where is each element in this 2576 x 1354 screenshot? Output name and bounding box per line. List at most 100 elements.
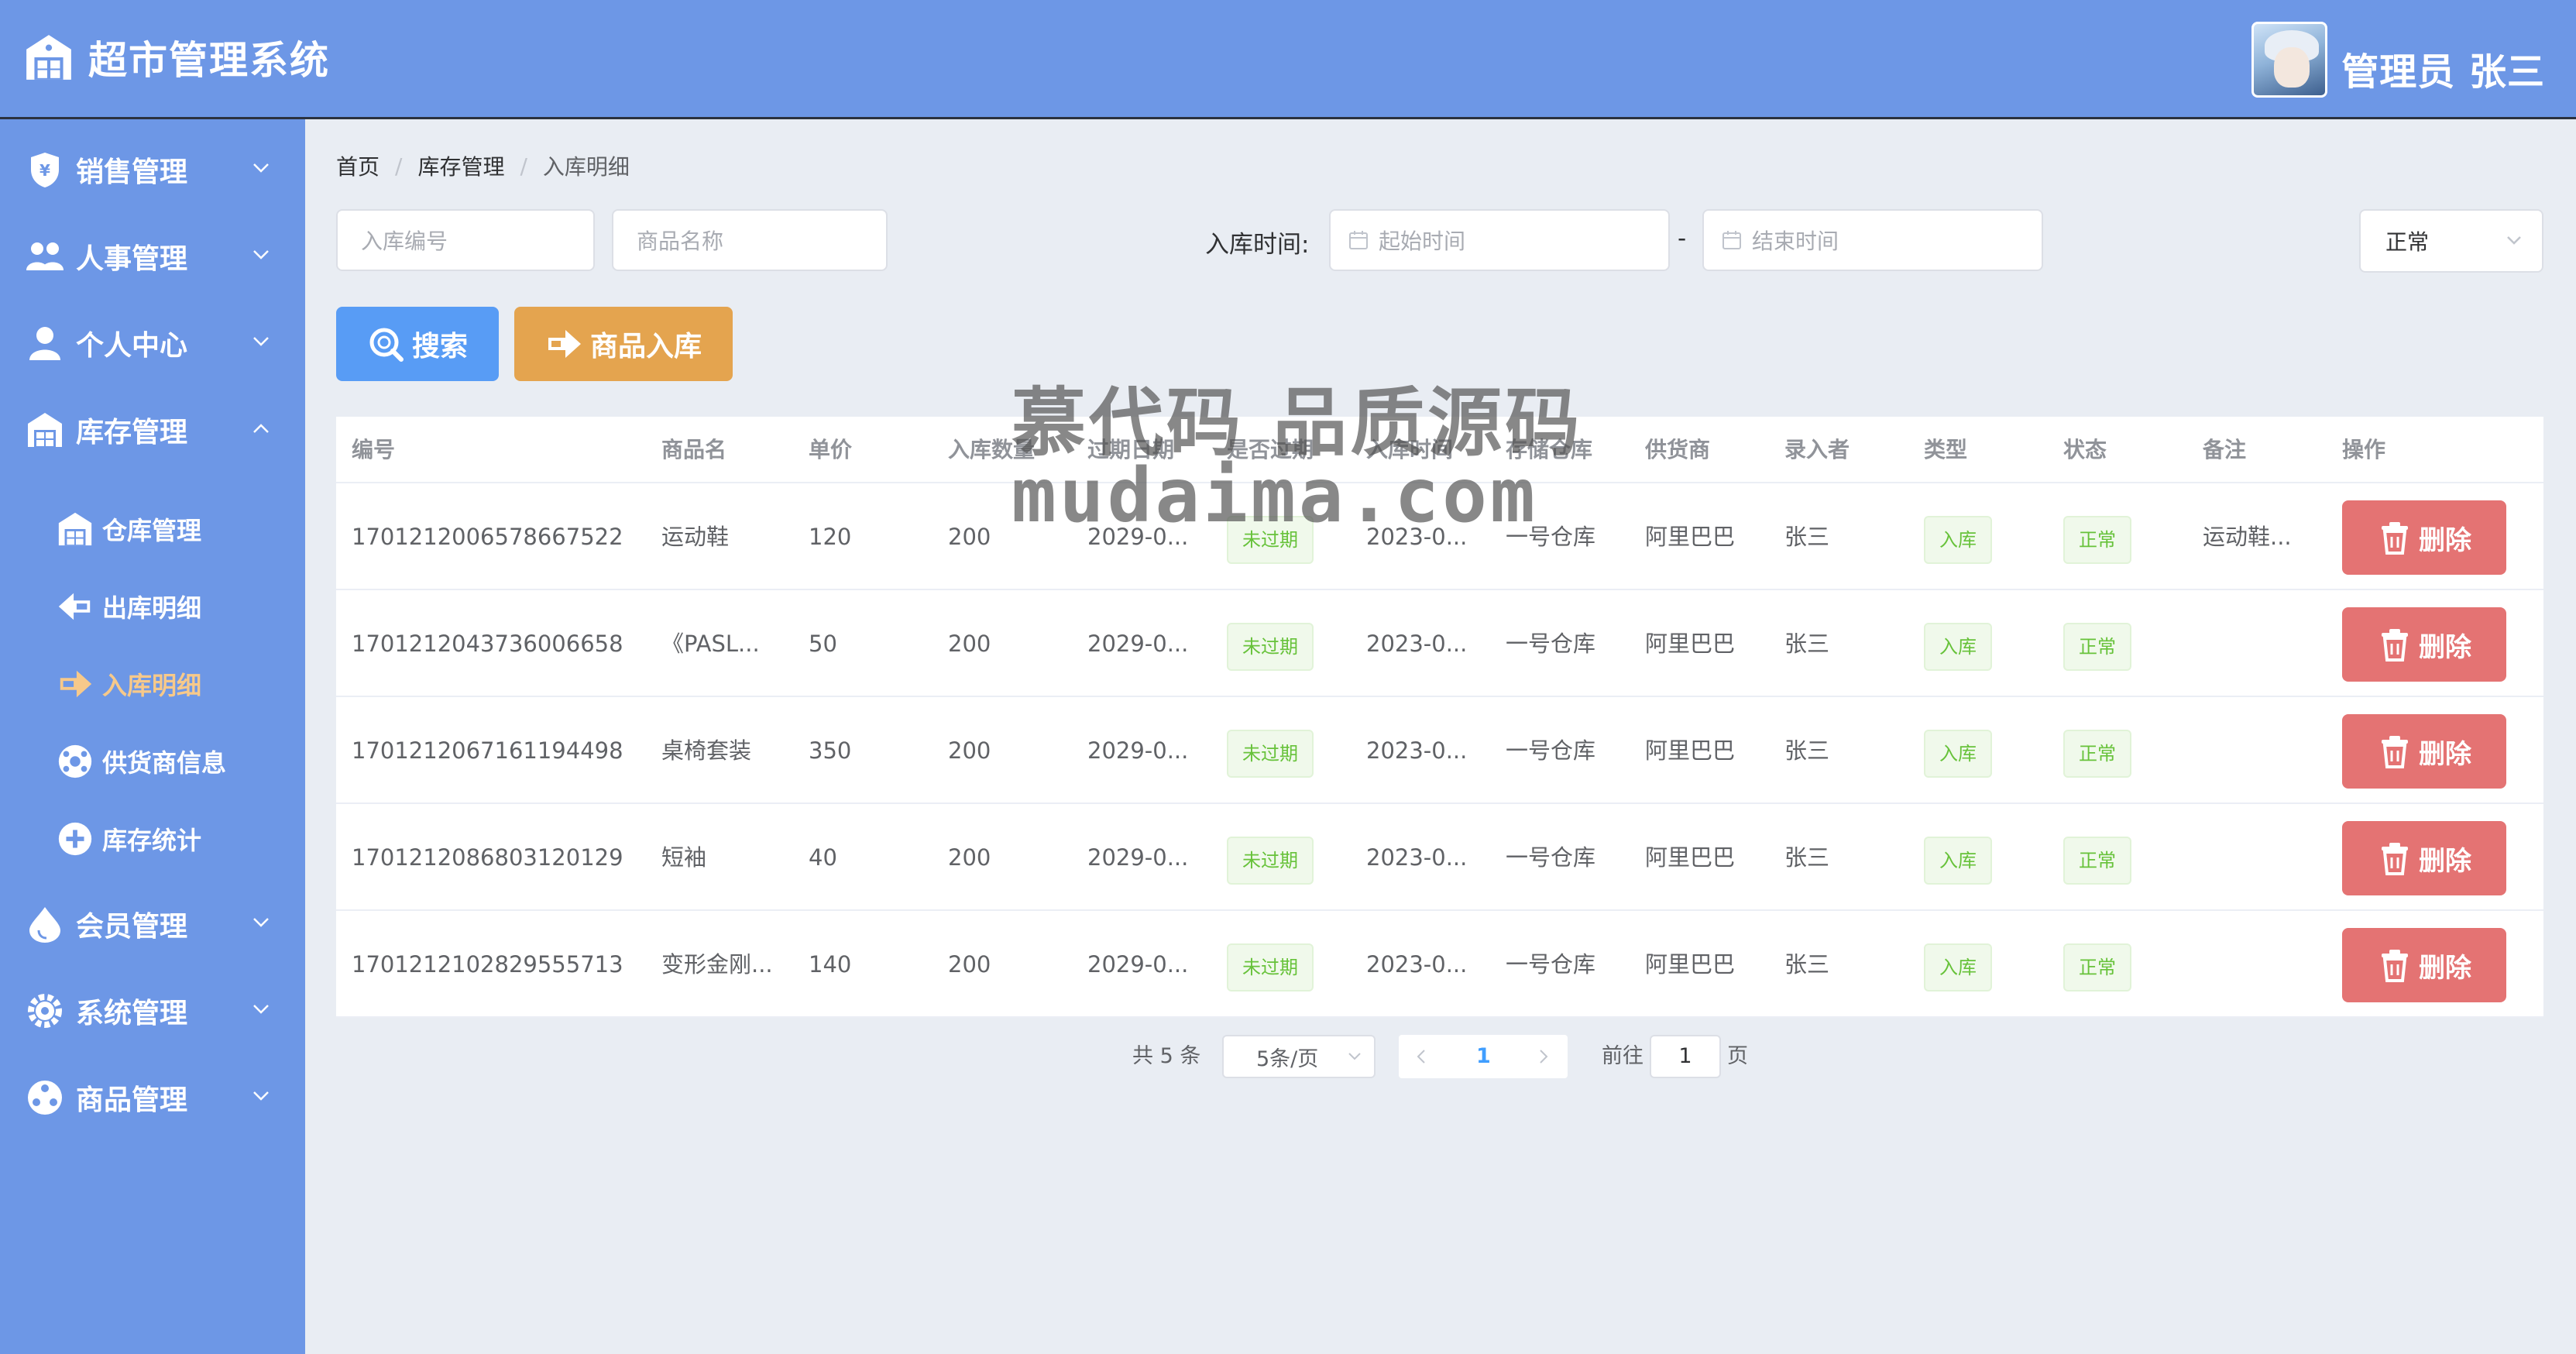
column-header[interactable]: 操作: [2342, 417, 2386, 483]
cell-remark: 运动鞋...: [2203, 524, 2292, 550]
table-row[interactable]: 1701212067161194498 桌椅套装 350 200 2029-0.…: [336, 697, 2543, 804]
brand[interactable]: 超市管理系统: [23, 29, 330, 85]
submenu-supplier[interactable]: 供货商信息: [0, 728, 305, 795]
inbound-code-input[interactable]: 入库编号: [336, 209, 595, 271]
submenu-label: 库存统计: [102, 826, 202, 855]
menu-hr[interactable]: 人事管理: [0, 222, 305, 291]
menu-label: 人事管理: [76, 243, 188, 275]
cell-qty: 200: [948, 737, 991, 764]
cell-price: 40: [809, 844, 837, 871]
cell-warehouse: 一号仓库: [1506, 951, 1596, 978]
cell-remark: [2203, 804, 2334, 911]
warehouse-logo-icon: [26, 35, 71, 80]
breadcrumb-home[interactable]: 首页: [336, 150, 380, 181]
start-time-picker[interactable]: 起始时间: [1329, 209, 1670, 271]
cell-warehouse: 一号仓库: [1506, 844, 1596, 871]
goto-page-input[interactable]: 1: [1650, 1035, 1721, 1078]
chevron-up-icon: [253, 424, 269, 433]
cell-price: 50: [809, 631, 837, 657]
column-header[interactable]: 录入者: [1784, 417, 1850, 483]
table-row[interactable]: 1701212102829555713 变形金刚... 140 200 2029…: [336, 911, 2543, 1018]
submenu-label: 仓库管理: [102, 516, 202, 545]
submenu-inbound[interactable]: 入库明细: [0, 651, 305, 717]
warehouse-icon: [58, 512, 92, 546]
cell-name: 《PASL...: [661, 631, 760, 657]
menu-member[interactable]: 会员管理: [0, 889, 305, 959]
table-row[interactable]: 1701212043736006658 《PASL... 50 200 2029…: [336, 590, 2543, 697]
breadcrumb-separator: /: [395, 153, 403, 179]
type-tag: 入库: [1924, 943, 1992, 991]
arrow-left-icon: [58, 593, 91, 620]
avatar[interactable]: [2251, 22, 2328, 98]
column-header[interactable]: 备注: [2203, 417, 2247, 483]
status-tag: 正常: [2063, 837, 2131, 885]
gear-icon: [28, 994, 62, 1028]
submenu-warehouse[interactable]: 仓库管理: [0, 496, 305, 562]
cell-operator: 张三: [1784, 737, 1830, 764]
submenu-outbound[interactable]: 出库明细: [0, 573, 305, 640]
delete-button[interactable]: 删除: [2342, 821, 2506, 895]
type-tag: 入库: [1924, 837, 1992, 885]
cell-remark: [2203, 697, 2334, 804]
column-header[interactable]: 状态: [2063, 417, 2107, 483]
page-number[interactable]: 1: [1476, 1035, 1491, 1078]
page-size-select[interactable]: 5条/页: [1222, 1035, 1376, 1078]
menu-sales[interactable]: ¥ 销售管理: [0, 135, 305, 204]
button-label: 删除: [2419, 524, 2471, 556]
chevron-down-icon: [1348, 1053, 1361, 1060]
cell-supplier: 阿里巴巴: [1645, 951, 1736, 978]
column-header[interactable]: 商品名: [661, 417, 727, 483]
delete-button[interactable]: 删除: [2342, 607, 2506, 682]
menu-system[interactable]: 系统管理: [0, 976, 305, 1046]
product-name-input[interactable]: 商品名称: [612, 209, 888, 271]
menu-label: 库存管理: [76, 417, 188, 448]
app-title: 超市管理系统: [88, 38, 330, 83]
cell-operator: 张三: [1784, 951, 1830, 978]
end-time-picker[interactable]: 结束时间: [1702, 209, 2043, 271]
stock-in-button[interactable]: 商品入库: [514, 307, 733, 381]
button-label: 搜索: [411, 331, 468, 363]
cell-time: 2023-0...: [1366, 631, 1468, 657]
person-icon: [29, 327, 60, 360]
button-label: 删除: [2419, 631, 2471, 663]
delete-button[interactable]: 删除: [2342, 928, 2506, 1002]
cell-remark: [2203, 590, 2334, 697]
menu-inventory[interactable]: 库存管理: [0, 395, 305, 465]
chevron-right-icon[interactable]: [1538, 1049, 1549, 1064]
trash-icon: [2382, 950, 2408, 982]
button-label: 删除: [2419, 845, 2471, 877]
cell-expire: 2029-0...: [1087, 844, 1189, 871]
column-header[interactable]: 编号: [352, 417, 396, 483]
breadcrumb-inventory[interactable]: 库存管理: [417, 150, 504, 181]
column-header[interactable]: 单价: [809, 417, 853, 483]
submenu-stats[interactable]: 库存统计: [0, 806, 305, 872]
column-header[interactable]: 类型: [1924, 417, 1968, 483]
status-select[interactable]: 正常: [2359, 209, 2543, 273]
menu-label: 商品管理: [76, 1084, 188, 1116]
menu-profile[interactable]: 个人中心: [0, 308, 305, 378]
chevron-down-icon: [253, 1091, 269, 1101]
chevron-left-icon[interactable]: [1416, 1049, 1427, 1064]
menu-label: 销售管理: [76, 156, 188, 188]
calendar-icon: [1722, 231, 1741, 249]
column-header[interactable]: 供货商: [1645, 417, 1711, 483]
globe-icon: [58, 744, 92, 778]
cell-id: 1701212067161194498: [352, 737, 623, 764]
menu-product[interactable]: 商品管理: [0, 1063, 305, 1132]
cell-supplier: 阿里巴巴: [1645, 844, 1736, 871]
search-button[interactable]: 搜索: [336, 307, 499, 381]
menu-label: 个人中心: [76, 330, 188, 362]
cell-time: 2023-0...: [1366, 844, 1468, 871]
status-tag: 正常: [2063, 943, 2131, 991]
table-row[interactable]: 1701212086803120129 短袖 40 200 2029-0... …: [336, 804, 2543, 911]
menu-label: 会员管理: [76, 911, 188, 943]
goto-label: 前往: [1602, 1044, 1643, 1068]
placeholder: 入库编号: [361, 229, 448, 254]
delete-button[interactable]: 删除: [2342, 714, 2506, 789]
user-menu[interactable]: 管理员 张三: [2251, 22, 2545, 98]
expired-tag: 未过期: [1227, 943, 1314, 991]
cell-operator: 张三: [1784, 844, 1830, 871]
delete-button[interactable]: 删除: [2342, 500, 2506, 575]
status-tag: 正常: [2063, 730, 2131, 778]
select-value: 正常: [2385, 229, 2430, 255]
